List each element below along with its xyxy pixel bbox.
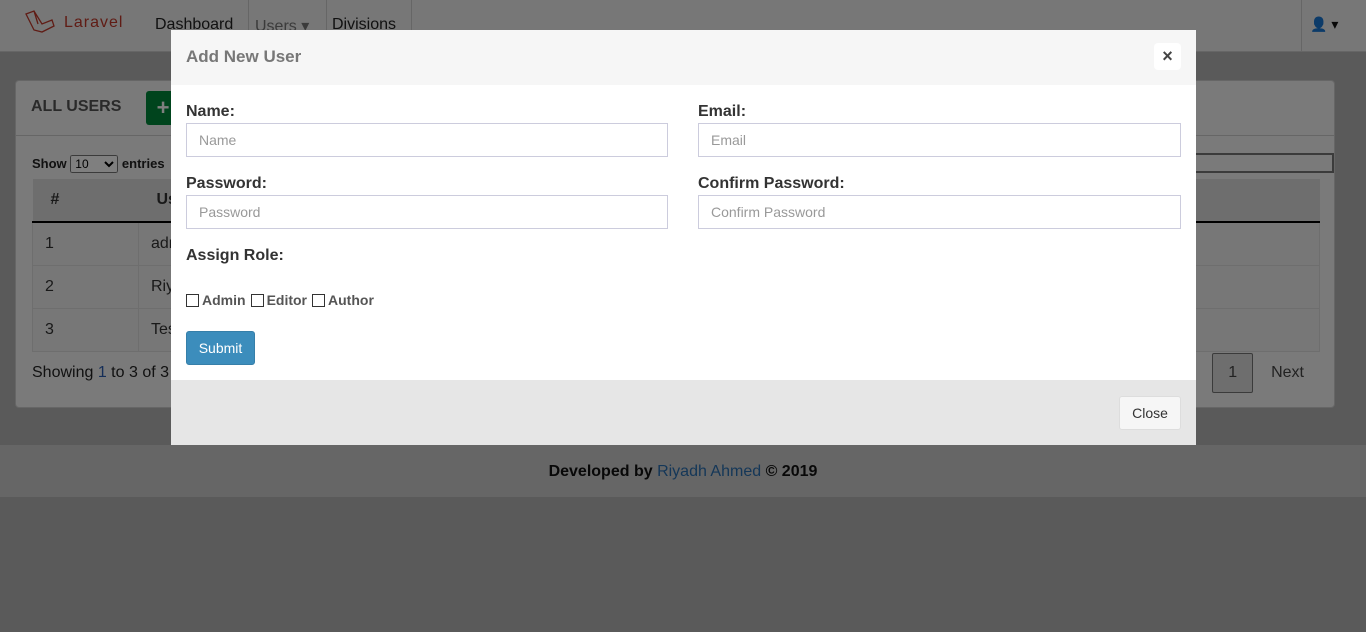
editor-checkbox[interactable] — [250, 293, 264, 307]
assign-role-label: Assign Role: — [186, 247, 284, 264]
password-input[interactable] — [186, 195, 668, 229]
modal-title: Add New User — [186, 47, 302, 66]
password-label: Password: — [186, 175, 267, 192]
confirm-password-label: Confirm Password: — [698, 175, 845, 192]
name-input[interactable] — [186, 123, 668, 157]
confirm-password-input[interactable] — [698, 195, 1181, 229]
admin-checkbox[interactable] — [186, 293, 199, 307]
add-user-modal: Add New User × Name: Email: Password: Co… — [171, 30, 1196, 445]
author-checkbox[interactable] — [312, 293, 326, 307]
submit-button[interactable]: Submit — [186, 331, 255, 365]
close-button[interactable]: Close — [1119, 396, 1181, 430]
name-label: Name: — [186, 103, 235, 120]
role-options: Admin Editor Author — [186, 292, 379, 308]
email-label: Email: — [698, 103, 747, 120]
email-input[interactable] — [698, 123, 1181, 157]
close-icon[interactable]: × — [1154, 43, 1181, 70]
